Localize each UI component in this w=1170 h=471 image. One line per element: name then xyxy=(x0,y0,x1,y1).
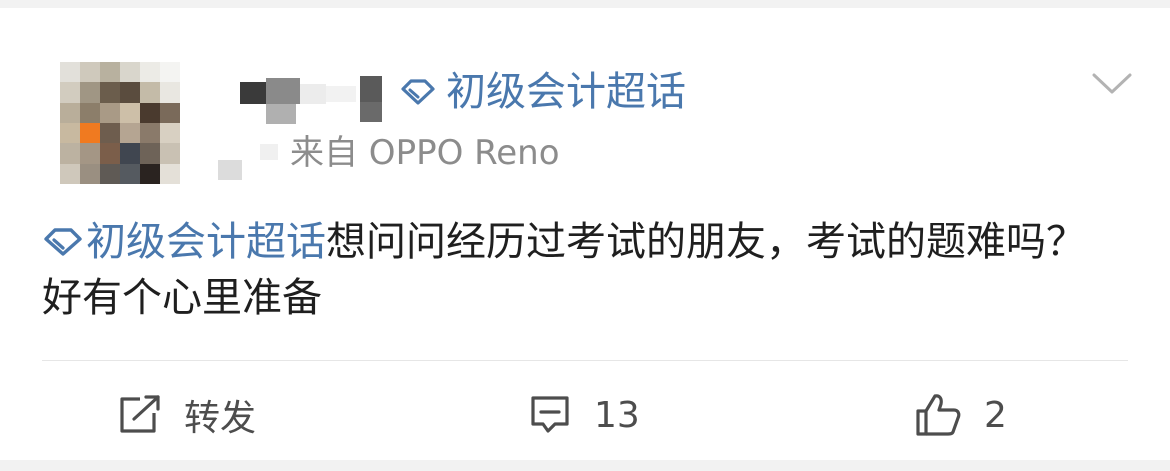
supertopic-link[interactable]: 初级会计超话 xyxy=(86,219,326,265)
repost-button[interactable]: 转发 xyxy=(118,378,256,452)
chevron-down-icon[interactable] xyxy=(1090,66,1134,102)
divider xyxy=(42,360,1128,361)
comment-button[interactable]: 13 xyxy=(528,378,640,452)
supertopic-label: 初级会计超话 xyxy=(446,69,686,115)
supertopic-diamond-icon xyxy=(44,228,82,256)
comment-count: 13 xyxy=(594,394,640,436)
post-body: 初级会计超话想问问经历过考试的朋友，考试的题难吗？好有个心里准备 xyxy=(42,214,1122,326)
supertopic-diamond-icon xyxy=(401,79,435,105)
supertopic-tag[interactable]: 初级会计超话 xyxy=(400,68,686,116)
comment-icon xyxy=(531,396,569,433)
share-icon xyxy=(120,395,160,433)
thumbs-up-icon xyxy=(916,394,961,436)
weibo-post-card: 初级会计超话 来自 OPPO Reno 初级会计超话想问问经历过考试的朋友，考试… xyxy=(0,8,1170,460)
like-button[interactable]: 2 xyxy=(914,378,1007,452)
action-bar: 转发 13 2 xyxy=(0,378,1170,452)
post-source: 来自 OPPO Reno xyxy=(290,133,560,173)
avatar[interactable] xyxy=(60,62,180,184)
repost-label: 转发 xyxy=(184,398,257,439)
like-count: 2 xyxy=(984,394,1007,436)
feed-separator xyxy=(0,460,1170,471)
